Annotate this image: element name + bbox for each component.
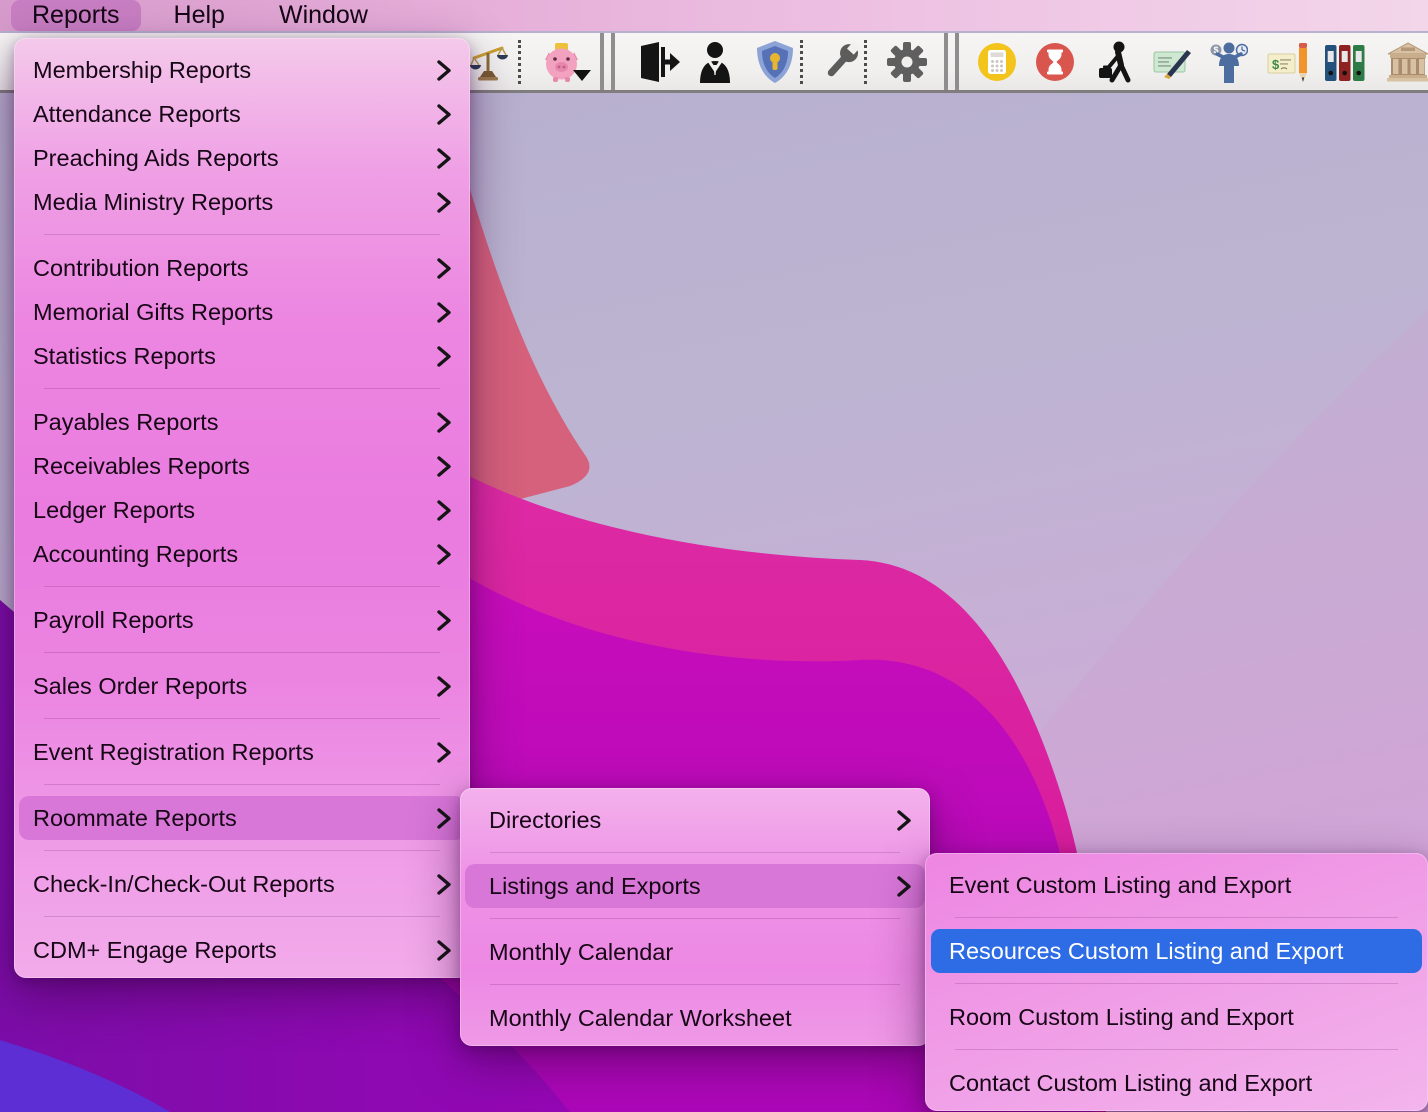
check-pen-icon[interactable] bbox=[1152, 43, 1194, 81]
chevron-right-icon bbox=[437, 455, 452, 478]
menu-separator bbox=[490, 852, 900, 853]
chevron-right-icon bbox=[437, 59, 452, 82]
chevron-right-icon bbox=[437, 807, 452, 830]
menu-item-check-in-check-out-reports[interactable]: Check-In/Check-Out Reports bbox=[19, 862, 465, 906]
menu-separator bbox=[44, 388, 440, 389]
menu-item-preaching-aids-reports[interactable]: Preaching Aids Reports bbox=[19, 136, 465, 180]
payroll-icon[interactable]: $ bbox=[1210, 40, 1248, 84]
menu-item-listings-and-exports[interactable]: Listings and Exports bbox=[465, 864, 925, 908]
chevron-right-icon bbox=[437, 345, 452, 368]
toolbar-divider bbox=[600, 33, 615, 90]
roommate-reports-submenu: Directories Listings and Exports Monthly… bbox=[460, 788, 930, 1046]
binders-icon[interactable] bbox=[1325, 42, 1365, 82]
chevron-right-icon bbox=[437, 301, 452, 324]
menu-item-ledger-reports[interactable]: Ledger Reports bbox=[19, 488, 465, 532]
menu-item-payroll-reports[interactable]: Payroll Reports bbox=[19, 598, 465, 642]
traveler-icon[interactable] bbox=[1095, 41, 1135, 83]
chevron-right-icon bbox=[437, 939, 452, 962]
menu-item-contact-custom-listing-and-export[interactable]: Contact Custom Listing and Export bbox=[931, 1061, 1422, 1105]
menu-separator bbox=[44, 718, 440, 719]
menu-item-event-registration-reports[interactable]: Event Registration Reports bbox=[19, 730, 465, 774]
chevron-right-icon bbox=[437, 411, 452, 434]
menu-item-monthly-calendar[interactable]: Monthly Calendar bbox=[465, 930, 925, 974]
chevron-right-icon bbox=[437, 873, 452, 896]
chevron-right-icon bbox=[437, 147, 452, 170]
reports-menu: Membership Reports Attendance Reports Pr… bbox=[14, 38, 470, 978]
gear-icon[interactable] bbox=[886, 41, 928, 83]
chevron-right-icon bbox=[897, 875, 912, 898]
toolbar-separator bbox=[518, 40, 521, 84]
menu-separator bbox=[955, 983, 1398, 984]
chevron-right-icon bbox=[437, 499, 452, 522]
menu-item-memorial-gifts-reports[interactable]: Memorial Gifts Reports bbox=[19, 290, 465, 334]
menu-item-membership-reports[interactable]: Membership Reports bbox=[19, 48, 465, 92]
menu-separator bbox=[44, 784, 440, 785]
menu-item-roommate-reports[interactable]: Roommate Reports bbox=[19, 796, 465, 840]
menu-item-sales-order-reports[interactable]: Sales Order Reports bbox=[19, 664, 465, 708]
toolbar-separator bbox=[864, 40, 867, 84]
menu-item-resources-custom-listing-and-export[interactable]: Resources Custom Listing and Export bbox=[931, 929, 1422, 973]
menu-item-room-custom-listing-and-export[interactable]: Room Custom Listing and Export bbox=[931, 995, 1422, 1039]
chevron-right-icon bbox=[437, 543, 452, 566]
menubar-item-window[interactable]: Window bbox=[258, 0, 389, 31]
menu-bar: Reports Help Window bbox=[0, 0, 1428, 31]
chevron-right-icon bbox=[437, 257, 452, 280]
toolbar-divider bbox=[944, 33, 959, 90]
menu-separator bbox=[490, 918, 900, 919]
menu-item-contribution-reports[interactable]: Contribution Reports bbox=[19, 246, 465, 290]
menu-item-monthly-calendar-worksheet[interactable]: Monthly Calendar Worksheet bbox=[465, 996, 925, 1040]
menu-item-accounting-reports[interactable]: Accounting Reports bbox=[19, 532, 465, 576]
menubar-item-help[interactable]: Help bbox=[153, 0, 246, 31]
menu-separator bbox=[490, 984, 900, 985]
chevron-right-icon bbox=[437, 103, 452, 126]
menu-item-cdm-engage-reports[interactable]: CDM+ Engage Reports bbox=[19, 928, 465, 972]
hourglass-icon[interactable] bbox=[1035, 42, 1075, 82]
menu-separator bbox=[44, 850, 440, 851]
menu-separator bbox=[44, 234, 440, 235]
bank-icon[interactable] bbox=[1387, 42, 1428, 82]
toolbar-separator bbox=[800, 40, 803, 84]
menu-item-receivables-reports[interactable]: Receivables Reports bbox=[19, 444, 465, 488]
menu-separator bbox=[955, 917, 1398, 918]
menu-separator bbox=[44, 916, 440, 917]
exit-door-icon[interactable] bbox=[637, 41, 681, 83]
chevron-right-icon bbox=[437, 191, 452, 214]
calculator-icon[interactable] bbox=[977, 42, 1017, 82]
menu-item-statistics-reports[interactable]: Statistics Reports bbox=[19, 334, 465, 378]
chevron-right-icon bbox=[437, 741, 452, 764]
menu-separator bbox=[44, 586, 440, 587]
person-icon[interactable] bbox=[697, 41, 733, 83]
menu-item-attendance-reports[interactable]: Attendance Reports bbox=[19, 92, 465, 136]
menu-item-payables-reports[interactable]: Payables Reports bbox=[19, 400, 465, 444]
svg-text:$: $ bbox=[1272, 57, 1280, 72]
chevron-right-icon bbox=[897, 809, 912, 832]
listings-and-exports-submenu: Event Custom Listing and Export Resource… bbox=[925, 853, 1428, 1111]
chevron-right-icon bbox=[437, 675, 452, 698]
wrench-icon[interactable] bbox=[820, 41, 862, 83]
menu-item-media-ministry-reports[interactable]: Media Ministry Reports bbox=[19, 180, 465, 224]
chevron-right-icon bbox=[437, 609, 452, 632]
menubar-item-reports[interactable]: Reports bbox=[11, 0, 141, 31]
menu-separator bbox=[955, 1049, 1398, 1050]
menu-item-event-custom-listing-and-export[interactable]: Event Custom Listing and Export bbox=[931, 863, 1422, 907]
menu-item-directories[interactable]: Directories bbox=[465, 798, 925, 842]
security-shield-icon[interactable] bbox=[756, 40, 794, 84]
check-pencil-icon[interactable]: $ bbox=[1267, 41, 1311, 83]
menu-separator bbox=[44, 652, 440, 653]
piggy-bank-icon[interactable] bbox=[543, 40, 591, 84]
scales-icon[interactable] bbox=[469, 41, 509, 83]
